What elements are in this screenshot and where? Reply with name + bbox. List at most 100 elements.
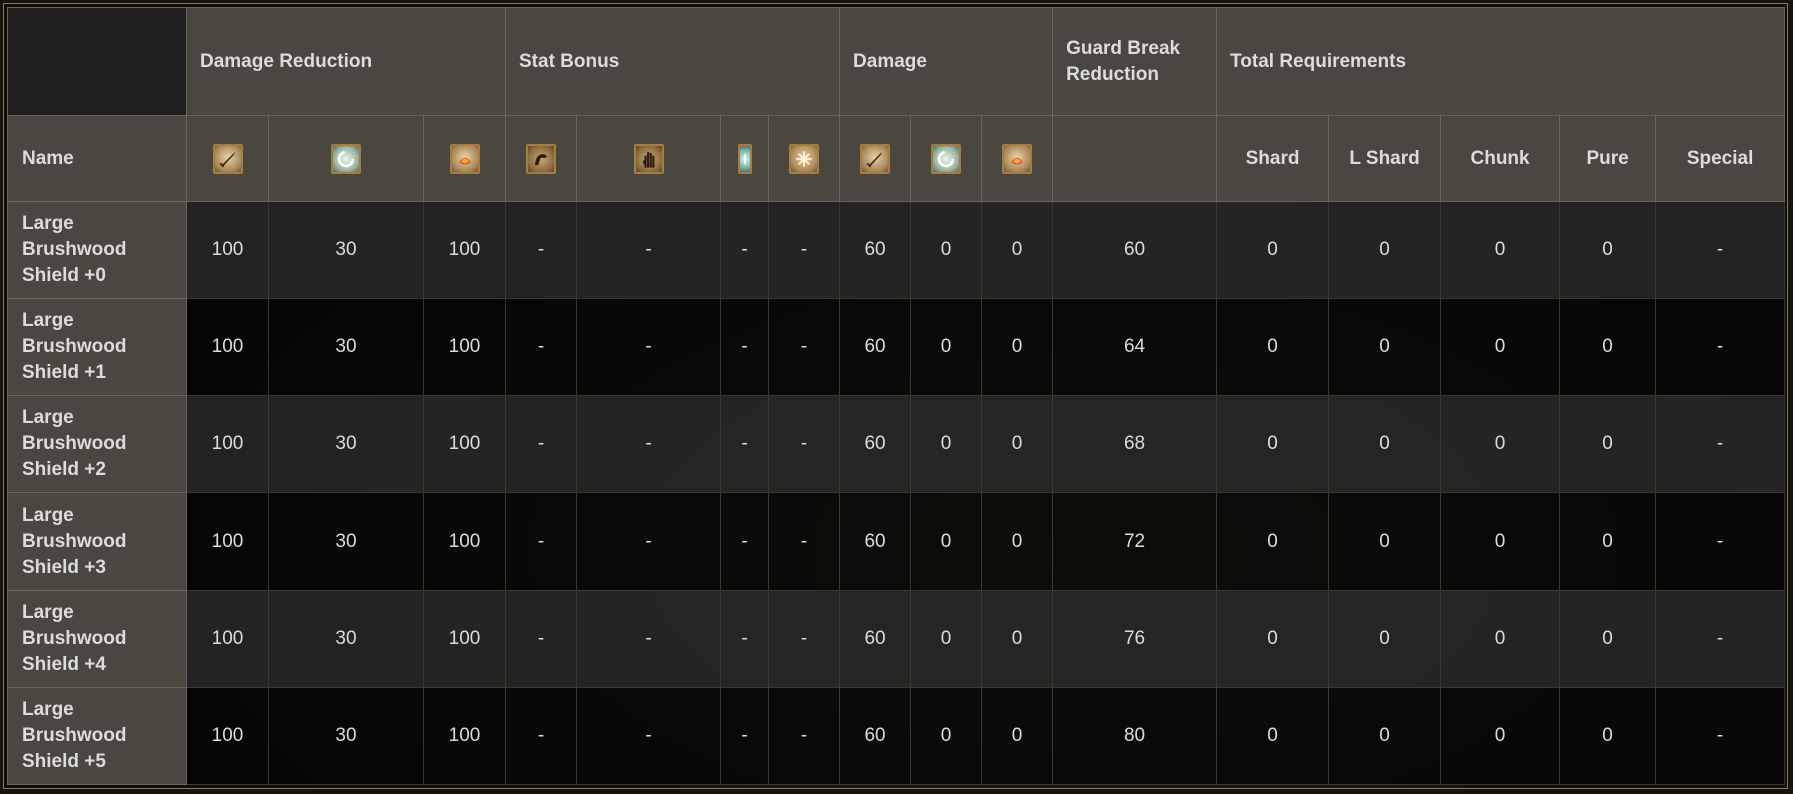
cell-gbr: 72: [1052, 492, 1218, 591]
row-name-cell: Large Brushwood Shield +0: [7, 200, 187, 300]
cell-dmg-fire: 0: [981, 298, 1054, 397]
magic-icon: [931, 143, 962, 174]
cell-dr-mag: 30: [268, 395, 424, 494]
damage-header: Damage: [839, 7, 1054, 116]
cell-l-shard: 0: [1328, 589, 1442, 688]
cell-gbr: 80: [1052, 686, 1218, 786]
cell-dmg-fire: 0: [981, 200, 1054, 300]
cell-dmg-mag: 0: [910, 200, 983, 300]
cell-dr-phys: 100: [186, 200, 269, 300]
cell-chunk: 0: [1440, 298, 1561, 397]
cell-pure: 0: [1559, 200, 1657, 300]
table-row: Large Brushwood Shield +3 100 30 100- - - -60 0 0 7…: [7, 492, 1786, 591]
strength-icon: [526, 143, 556, 174]
cell-shard: 0: [1216, 686, 1330, 786]
cell-dr-mag: 30: [268, 589, 424, 688]
cell-l-shard: 0: [1328, 200, 1442, 300]
cell-dr-fire: 100: [423, 492, 506, 591]
cell-dmg-mag: 0: [910, 492, 983, 591]
table-row: Large Brushwood Shield +0 100 30 100- - - -60 0 0 6…: [7, 200, 1786, 300]
cell-str: -: [505, 589, 577, 688]
cell-shard: 0: [1216, 395, 1330, 494]
cell-dmg-mag: 0: [910, 686, 983, 786]
cell-special: -: [1655, 298, 1786, 397]
dr-fire-header: [423, 115, 506, 202]
cell-dmg-phys: 60: [839, 492, 912, 591]
damage-reduction-header: Damage Reduction: [186, 7, 506, 116]
cell-pure: 0: [1559, 589, 1657, 688]
cell-dmg-fire: 0: [981, 686, 1054, 786]
cell-dex: -: [576, 492, 721, 591]
l-shard-header: L Shard: [1328, 115, 1442, 202]
cell-dmg-phys: 60: [839, 298, 912, 397]
table-row: Large Brushwood Shield +1 100 30 100- - - -60 0 0 6…: [7, 298, 1786, 397]
cell-fth: -: [720, 492, 769, 591]
intelligence-icon: [789, 143, 820, 174]
cell-dmg-mag: 0: [910, 395, 983, 494]
cell-dr-phys: 100: [186, 589, 269, 688]
cell-shard: 0: [1216, 200, 1330, 300]
cell-str: -: [505, 298, 577, 397]
cell-dr-mag: 30: [268, 200, 424, 300]
cell-pure: 0: [1559, 686, 1657, 786]
fire-icon: [449, 143, 480, 174]
cell-shard: 0: [1216, 298, 1330, 397]
cell-str: -: [505, 200, 577, 300]
table-row: Large Brushwood Shield +2 100 30 100- - - -60 0 0 6…: [7, 395, 1786, 494]
cell-gbr: 68: [1052, 395, 1218, 494]
cell-int: -: [767, 298, 841, 397]
cell-fth: -: [720, 298, 769, 397]
cell-str: -: [505, 492, 577, 591]
cell-dmg-phys: 60: [839, 395, 912, 494]
row-name-cell: Large Brushwood Shield +5: [7, 686, 187, 786]
strength-header: [505, 115, 577, 202]
cell-int: -: [767, 395, 841, 494]
cell-l-shard: 0: [1328, 492, 1442, 591]
physical-icon: [212, 143, 243, 174]
dmg-fire-header: [981, 115, 1054, 202]
cell-l-shard: 0: [1328, 298, 1442, 397]
cell-dmg-fire: 0: [981, 492, 1054, 591]
faith-header: [720, 115, 769, 202]
cell-dr-fire: 100: [423, 298, 506, 397]
name-header: Name: [7, 115, 187, 202]
dr-physical-header: [186, 115, 269, 202]
cell-special: -: [1655, 395, 1786, 494]
dexterity-header: [576, 115, 721, 202]
cell-gbr: 64: [1052, 298, 1218, 397]
corner-cell: [7, 7, 187, 116]
cell-dr-mag: 30: [268, 686, 424, 786]
cell-dr-mag: 30: [268, 298, 424, 397]
cell-chunk: 0: [1440, 200, 1561, 300]
cell-dmg-phys: 60: [839, 589, 912, 688]
cell-int: -: [767, 200, 841, 300]
dmg-magic-header: [910, 115, 983, 202]
pure-header: Pure: [1559, 115, 1657, 202]
cell-special: -: [1655, 589, 1786, 688]
cell-dr-mag: 30: [268, 492, 424, 591]
chunk-header: Chunk: [1440, 115, 1561, 202]
shard-header: Shard: [1216, 115, 1330, 202]
cell-l-shard: 0: [1328, 395, 1442, 494]
cell-pure: 0: [1559, 492, 1657, 591]
cell-dr-fire: 100: [423, 395, 506, 494]
cell-fth: -: [720, 589, 769, 688]
cell-str: -: [505, 395, 577, 494]
special-header: Special: [1655, 115, 1786, 202]
cell-dex: -: [576, 200, 721, 300]
row-name-cell: Large Brushwood Shield +2: [7, 395, 187, 494]
guard-break-header: Guard Break Reduction: [1052, 7, 1218, 116]
cell-dr-fire: 100: [423, 589, 506, 688]
cell-special: -: [1655, 200, 1786, 300]
cell-chunk: 0: [1440, 686, 1561, 786]
cell-gbr: 60: [1052, 200, 1218, 300]
cell-dr-fire: 100: [423, 200, 506, 300]
cell-dex: -: [576, 686, 721, 786]
cell-l-shard: 0: [1328, 686, 1442, 786]
dmg-physical-header: [839, 115, 912, 202]
physical-icon: [860, 143, 891, 174]
cell-gbr: 76: [1052, 589, 1218, 688]
table-row: Large Brushwood Shield +5 100 30 100- - - -60 0 0 8…: [7, 686, 1786, 786]
cell-dr-fire: 100: [423, 686, 506, 786]
cell-shard: 0: [1216, 492, 1330, 591]
